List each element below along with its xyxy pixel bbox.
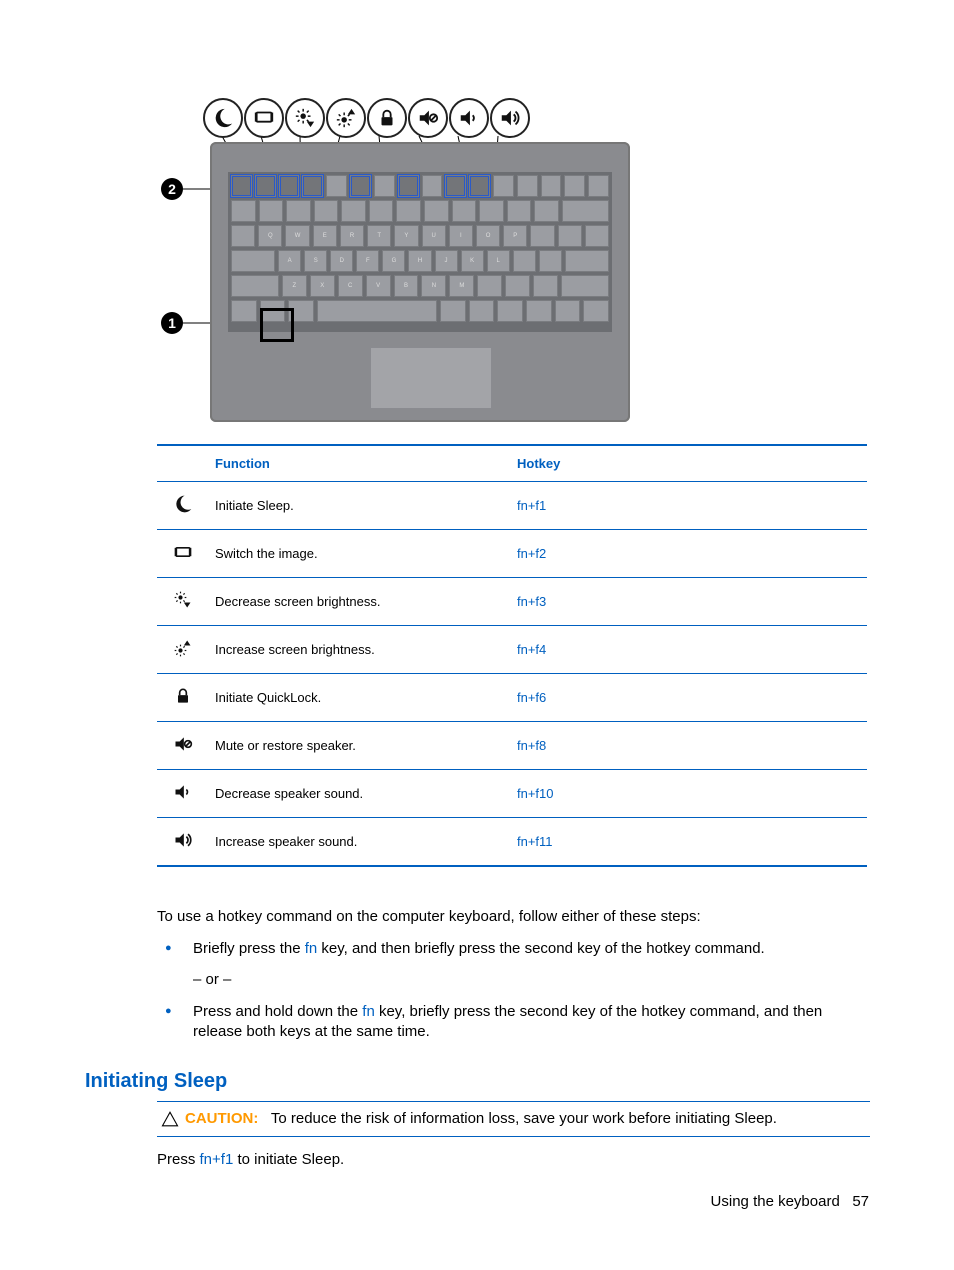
switch-image-icon (157, 530, 209, 578)
table-row: Increase screen brightness. fn+f4 (157, 626, 867, 674)
callout-2: 2 (161, 178, 183, 200)
brightness-down-icon (285, 98, 325, 138)
section-heading: Initiating Sleep (85, 1070, 954, 1093)
lock-icon (157, 674, 209, 722)
bullet-item: Press and hold down the fn key, briefly … (157, 1002, 867, 1043)
sleep-icon (203, 98, 243, 138)
page-footer: Using the keyboard 57 (711, 1193, 869, 1210)
hotkey-cell: fn+f10 (511, 770, 867, 818)
bullet-item: Briefly press the fn key, and then brief… (157, 939, 867, 990)
touchpad (370, 347, 492, 409)
hotkey-text: fn+f1 (200, 1151, 234, 1168)
table-row: Mute or restore speaker. fn+f8 (157, 722, 867, 770)
hotkey-cell: fn+f3 (511, 578, 867, 626)
text: key, and then briefly press the second k… (317, 940, 764, 957)
footer-section: Using the keyboard (711, 1193, 840, 1210)
sleep-icon (157, 482, 209, 530)
function-cell: Decrease speaker sound. (209, 770, 511, 818)
hotkey-cell: fn+f11 (511, 818, 867, 867)
text: Press and hold down the (193, 1003, 362, 1020)
page: QWERTYUIOP ASDFGHJKL ZXCVBNM 2 1 F (0, 0, 954, 1270)
function-cell: Initiate QuickLock. (209, 674, 511, 722)
col-header-function: Function (209, 445, 511, 482)
switch-image-icon (244, 98, 284, 138)
text: Press (157, 1151, 200, 1168)
mute-icon (408, 98, 448, 138)
volume-up-icon (490, 98, 530, 138)
laptop-body: QWERTYUIOP ASDFGHJKL ZXCVBNM (210, 142, 630, 422)
intro-text: To use a hotkey command on the computer … (157, 907, 867, 927)
mute-icon (157, 722, 209, 770)
brightness-up-icon (326, 98, 366, 138)
function-cell: Increase screen brightness. (209, 626, 511, 674)
hotkey-cell: fn+f4 (511, 626, 867, 674)
hotkey-icon-strip (203, 98, 530, 138)
table-row: Decrease speaker sound. fn+f10 (157, 770, 867, 818)
keyboard-diagram: QWERTYUIOP ASDFGHJKL ZXCVBNM 2 1 (155, 90, 635, 430)
function-cell: Switch the image. (209, 530, 511, 578)
text: to initiate Sleep. (233, 1151, 344, 1168)
volume-down-icon (449, 98, 489, 138)
brightness-down-icon (157, 578, 209, 626)
fn-key-highlight (260, 308, 294, 342)
hotkey-cell: fn+f1 (511, 482, 867, 530)
volume-down-icon (157, 770, 209, 818)
hotkey-cell: fn+f6 (511, 674, 867, 722)
col-header-hotkey: Hotkey (511, 445, 867, 482)
hotkey-table: Function Hotkey Initiate Sleep. fn+f1 Sw… (157, 444, 867, 867)
fn-key-text: fn (305, 940, 318, 957)
text: Briefly press the (193, 940, 305, 957)
volume-up-icon (157, 818, 209, 867)
function-cell: Increase speaker sound. (209, 818, 511, 867)
caution-box: CAUTION: To reduce the risk of informati… (157, 1101, 870, 1137)
caution-icon (161, 1110, 179, 1128)
table-row: Initiate Sleep. fn+f1 (157, 482, 867, 530)
function-cell: Decrease screen brightness. (209, 578, 511, 626)
caution-label: CAUTION: (185, 1110, 258, 1127)
instructions: To use a hotkey command on the computer … (157, 907, 867, 1042)
function-cell: Initiate Sleep. (209, 482, 511, 530)
function-cell: Mute or restore speaker. (209, 722, 511, 770)
caution-text: To reduce the risk of information loss, … (271, 1110, 777, 1127)
table-row: Switch the image. fn+f2 (157, 530, 867, 578)
page-number: 57 (852, 1193, 869, 1210)
table-row: Increase speaker sound. fn+f11 (157, 818, 867, 867)
callout-1: 1 (161, 312, 183, 334)
lock-icon (367, 98, 407, 138)
brightness-up-icon (157, 626, 209, 674)
after-caution-text: Press fn+f1 to initiate Sleep. (157, 1151, 867, 1168)
or-separator: – or – (193, 970, 867, 990)
table-row: Initiate QuickLock. fn+f6 (157, 674, 867, 722)
hotkey-cell: fn+f8 (511, 722, 867, 770)
hotkey-cell: fn+f2 (511, 530, 867, 578)
table-row: Decrease screen brightness. fn+f3 (157, 578, 867, 626)
fn-key-text: fn (362, 1003, 375, 1020)
